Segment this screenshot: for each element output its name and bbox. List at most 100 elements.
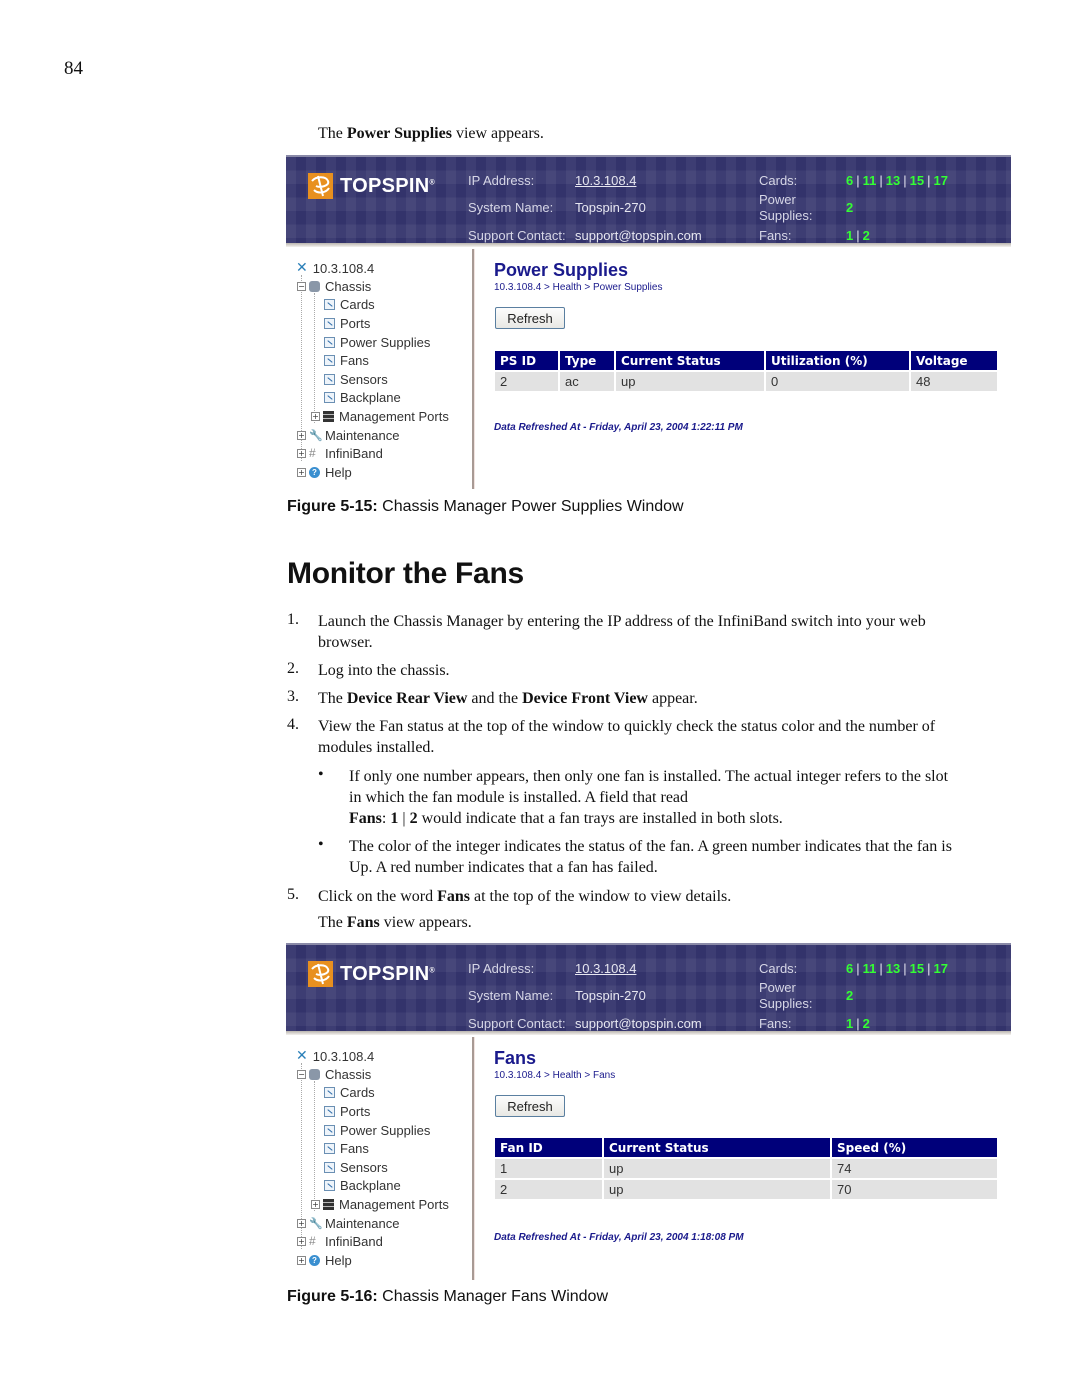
tree-item-management-ports[interactable]: + Management Ports xyxy=(311,409,449,424)
tree-item-power-supplies[interactable]: Power Supplies xyxy=(324,1123,430,1138)
tree-item-management-ports[interactable]: + Management Ports xyxy=(311,1197,449,1212)
fan-slot[interactable]: 1 xyxy=(846,228,853,243)
power-supplies-label-line1[interactable]: Power xyxy=(759,980,796,995)
tree-item-fans[interactable]: Fans xyxy=(324,1141,369,1156)
cell-ps-id: 2 xyxy=(495,372,558,391)
cards-label[interactable]: Cards: xyxy=(759,173,797,188)
power-supplies-label-line2[interactable]: Supplies: xyxy=(759,996,812,1011)
expand-icon[interactable]: + xyxy=(311,412,320,421)
page-icon xyxy=(324,337,335,348)
tree-item-root[interactable]: ✕ 10.3.108.4 xyxy=(296,260,374,276)
step-number: 4. xyxy=(287,716,299,733)
tree-item-ports[interactable]: Ports xyxy=(324,1104,370,1119)
text-bold: Fans xyxy=(346,914,380,931)
tree-item-backplane[interactable]: Backplane xyxy=(324,1178,401,1193)
switch-icon: ✕ xyxy=(296,260,308,276)
card-slot[interactable]: 15 xyxy=(910,961,924,976)
text-run: at the top of the window to view details… xyxy=(470,888,732,905)
refresh-button[interactable]: Refresh xyxy=(495,1095,565,1117)
help-icon: ? xyxy=(309,1255,320,1266)
collapse-icon[interactable]: − xyxy=(297,282,306,291)
expand-icon[interactable]: + xyxy=(297,1256,306,1265)
tree-item-ports[interactable]: Ports xyxy=(324,316,370,331)
text-run: appear. xyxy=(647,690,698,707)
text-bold: 2 xyxy=(409,810,418,827)
power-supplies-label-line2[interactable]: Supplies: xyxy=(759,208,812,223)
column-header[interactable]: Current Status xyxy=(616,351,764,370)
expand-icon[interactable]: + xyxy=(297,431,306,440)
cards-label[interactable]: Cards: xyxy=(759,961,797,976)
tree-item-help[interactable]: + ? Help xyxy=(297,1253,352,1268)
tree-item-cards[interactable]: Cards xyxy=(324,297,375,312)
table-header-row: Fan ID Current Status Speed (%) xyxy=(495,1138,997,1157)
ip-address-link[interactable]: 10.3.108.4 xyxy=(575,961,636,976)
tree-item-sensors[interactable]: Sensors xyxy=(324,1160,388,1175)
tree-item-sensors[interactable]: Sensors xyxy=(324,372,388,387)
fans-table: Fan ID Current Status Speed (%) 1 up 74 … xyxy=(493,1136,999,1201)
fan-slot[interactable]: 2 xyxy=(863,1016,870,1031)
card-slot[interactable]: 11 xyxy=(863,961,877,976)
page-icon xyxy=(324,1143,335,1154)
power-supply-slot[interactable]: 2 xyxy=(846,200,853,215)
refresh-button[interactable]: Refresh xyxy=(495,307,565,329)
tree-item-label: Maintenance xyxy=(325,1216,400,1231)
page-number: 84 xyxy=(64,58,83,79)
tree-item-chassis[interactable]: − Chassis xyxy=(297,279,371,294)
card-slot[interactable]: 13 xyxy=(886,961,900,976)
expand-icon[interactable]: + xyxy=(297,1219,306,1228)
card-slot[interactable]: 6 xyxy=(846,961,853,976)
tree-item-root[interactable]: ✕ 10.3.108.4 xyxy=(296,1048,374,1064)
tree-item-maintenance[interactable]: + 🔧 Maintenance xyxy=(297,1216,399,1231)
card-slot[interactable]: 17 xyxy=(933,173,947,188)
column-header[interactable]: Type xyxy=(560,351,614,370)
tree-item-infiniband[interactable]: + # InfiniBand xyxy=(297,446,383,461)
tree-item-maintenance[interactable]: + 🔧 Maintenance xyxy=(297,428,399,443)
system-name-label: System Name: xyxy=(468,200,554,215)
tree-item-label: Maintenance xyxy=(325,428,400,443)
card-slot[interactable]: 11 xyxy=(863,173,877,188)
page-icon xyxy=(324,299,335,310)
card-slot[interactable]: 6 xyxy=(846,173,853,188)
step-number: 1. xyxy=(287,611,299,628)
column-header[interactable]: Voltage xyxy=(911,351,997,370)
tree-item-fans[interactable]: Fans xyxy=(324,353,369,368)
tree-item-chassis[interactable]: − Chassis xyxy=(297,1067,371,1082)
card-slot[interactable]: 15 xyxy=(910,173,924,188)
caption-text: Chassis Manager Power Supplies Window xyxy=(377,498,684,515)
table-row: 1 up 74 xyxy=(495,1159,997,1178)
tree-item-cards[interactable]: Cards xyxy=(324,1085,375,1100)
support-contact-value: support@topspin.com xyxy=(575,228,702,243)
expand-icon[interactable]: + xyxy=(297,468,306,477)
tree-item-infiniband[interactable]: + # InfiniBand xyxy=(297,1234,383,1249)
step-number: 2. xyxy=(287,660,299,677)
bullet-glyph: • xyxy=(318,766,324,783)
step-text: View the Fan status at the top of the wi… xyxy=(318,718,936,735)
power-supplies-label-line1[interactable]: Power xyxy=(759,192,796,207)
tree-item-backplane[interactable]: Backplane xyxy=(324,390,401,405)
tree-chassis-label: Chassis xyxy=(325,279,372,294)
power-supply-slot[interactable]: 2 xyxy=(846,988,853,1003)
expand-icon[interactable]: + xyxy=(297,1237,306,1246)
registered-mark: ® xyxy=(429,966,436,974)
column-header[interactable]: Utilization (%) xyxy=(766,351,909,370)
text-run: The xyxy=(318,690,347,707)
collapse-icon[interactable]: − xyxy=(297,1070,306,1079)
fans-label[interactable]: Fans: xyxy=(759,1016,792,1031)
header-banner: TOPSPIN® IP Address: 10.3.108.4 System N… xyxy=(286,155,1011,243)
bullet-glyph: • xyxy=(318,836,324,853)
fans-label[interactable]: Fans: xyxy=(759,228,792,243)
card-slot[interactable]: 13 xyxy=(886,173,900,188)
tree-item-help[interactable]: + ? Help xyxy=(297,465,352,480)
tree-item-power-supplies[interactable]: Power Supplies xyxy=(324,335,430,350)
card-slot[interactable]: 17 xyxy=(933,961,947,976)
expand-icon[interactable]: + xyxy=(297,449,306,458)
fan-slot[interactable]: 1 xyxy=(846,1016,853,1031)
ip-address-link[interactable]: 10.3.108.4 xyxy=(575,173,636,188)
column-header[interactable]: Fan ID xyxy=(495,1138,602,1157)
tree-item-label: Management Ports xyxy=(339,1197,449,1212)
expand-icon[interactable]: + xyxy=(311,1200,320,1209)
column-header[interactable]: Speed (%) xyxy=(832,1138,997,1157)
column-header[interactable]: Current Status xyxy=(604,1138,830,1157)
fan-slot[interactable]: 2 xyxy=(863,228,870,243)
column-header[interactable]: PS ID xyxy=(495,351,558,370)
